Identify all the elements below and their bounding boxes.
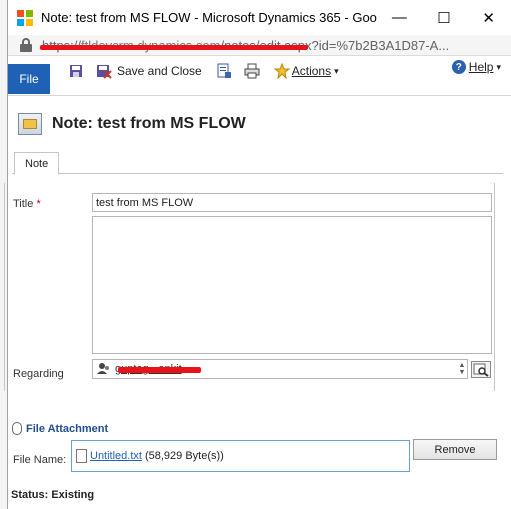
page-title: Note: test from MS FLOW xyxy=(52,115,246,132)
maximize-button[interactable]: ☐ xyxy=(422,0,467,35)
regarding-label: Regarding xyxy=(13,368,64,380)
save-and-close-label: Save and Close xyxy=(117,64,202,78)
microsoft-logo-icon xyxy=(17,9,33,26)
chevron-down-icon: ▾ xyxy=(496,61,501,72)
attach-file-button[interactable] xyxy=(216,60,232,82)
save-and-close-button[interactable]: Save and Close xyxy=(96,60,202,82)
file-tab[interactable]: File xyxy=(8,64,50,94)
minimize-button[interactable]: — xyxy=(377,0,422,35)
window-title: Note: test from MS FLOW - Microsoft Dyna… xyxy=(41,10,377,25)
file-name-label: File Name: xyxy=(13,454,67,466)
minimize-icon: — xyxy=(391,9,407,26)
title-bar: Note: test from MS FLOW - Microsoft Dyna… xyxy=(8,0,511,35)
file-name-link[interactable]: Untitled.txt xyxy=(90,450,142,462)
file-attachment-title: File Attachment xyxy=(26,422,109,435)
sort-arrows-icon[interactable]: ▲ ▼ xyxy=(458,362,466,376)
help-icon: ? xyxy=(451,60,466,74)
chevron-down-icon: ▾ xyxy=(334,65,339,76)
text-file-icon xyxy=(76,449,87,463)
command-bar: File Save and Close Actions ▾ ? Help ▾ xyxy=(8,56,511,96)
close-button[interactable]: ✕ xyxy=(466,0,511,35)
maximize-icon: ☐ xyxy=(437,9,451,27)
contact-lookup-icon xyxy=(97,362,109,374)
attach-document-icon xyxy=(216,63,232,79)
actions-star-icon xyxy=(273,62,291,80)
title-input[interactable]: test from MS FLOW xyxy=(92,193,492,212)
save-icon xyxy=(68,63,84,79)
required-marker: * xyxy=(36,198,41,210)
save-button[interactable] xyxy=(68,60,84,82)
save-close-icon xyxy=(96,63,112,79)
redaction-mark xyxy=(118,367,201,373)
help-menu[interactable]: ? Help ▾ xyxy=(451,60,501,74)
print-icon xyxy=(244,63,260,79)
help-label: Help xyxy=(468,60,494,74)
paperclip-icon xyxy=(12,422,22,435)
file-size: (58,929 Byte(s)) xyxy=(144,450,224,462)
close-icon: ✕ xyxy=(482,9,495,27)
actions-menu[interactable]: Actions ▾ xyxy=(273,60,339,82)
remove-button[interactable]: Remove xyxy=(413,439,497,460)
actions-label: Actions xyxy=(291,64,332,78)
print-button[interactable] xyxy=(244,60,260,82)
title-field-label: Title * xyxy=(13,198,41,210)
file-name-box: Untitled.txt (58,929 Byte(s)) xyxy=(71,440,410,472)
status-text: Status: Existing xyxy=(11,489,95,501)
magnifier-icon xyxy=(473,363,489,377)
note-icon xyxy=(18,113,42,135)
tab-note[interactable]: Note xyxy=(14,152,60,175)
redaction-mark xyxy=(40,44,308,50)
file-attachment-header: File Attachment xyxy=(12,422,108,435)
address-bar[interactable]: https://ftldevcrm.dynamics.com/notes/edi… xyxy=(8,35,511,56)
title-label-text: Title xyxy=(13,198,34,210)
form-header: Note: test from MS FLOW xyxy=(8,96,511,152)
lock-icon xyxy=(20,38,32,52)
tab-strip: Note xyxy=(12,152,503,175)
lookup-search-button[interactable] xyxy=(471,361,491,378)
note-body-textarea[interactable] xyxy=(92,216,492,354)
url-text[interactable]: https://ftldevcrm.dynamics.com/notes/edi… xyxy=(40,38,449,53)
